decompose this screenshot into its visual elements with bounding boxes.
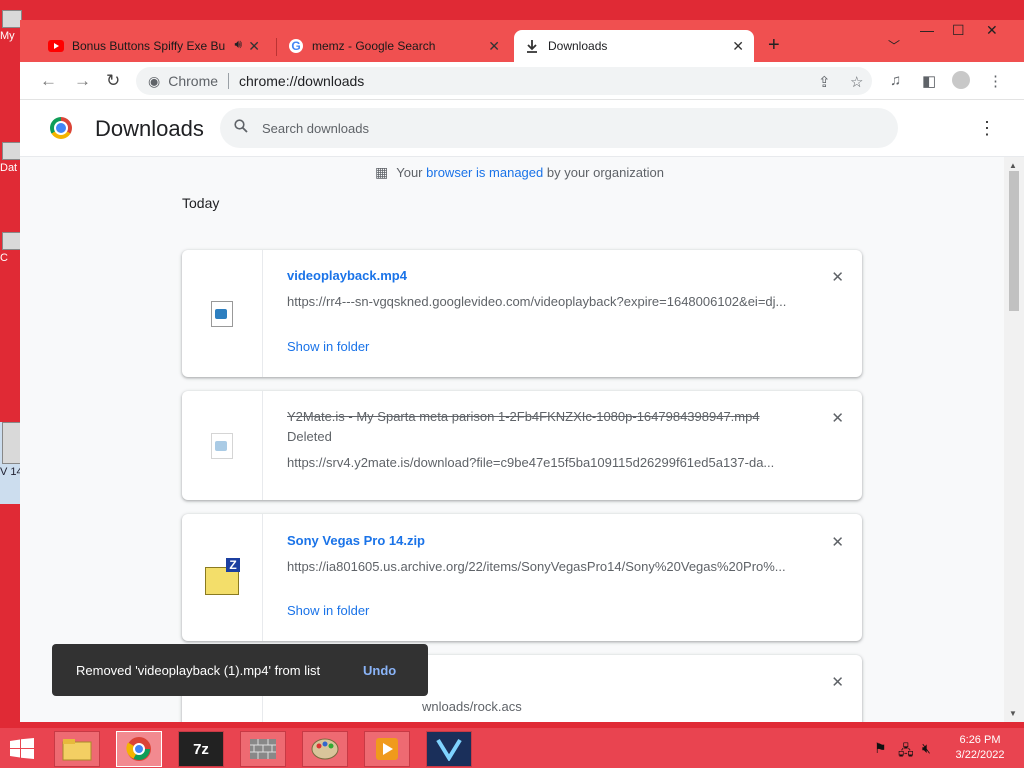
chrome-site-icon: ◉ [148,72,161,89]
scrollbar-thumb[interactable] [1009,171,1019,311]
undo-button[interactable]: Undo [363,663,396,678]
downloads-header: Downloads Search downloads ⋮ [20,100,1024,157]
chrome-window: Bonus Buttons Spiffy Exe Bu 🔊︎ ✕ G memz … [20,20,1024,722]
building-icon: ▦ [375,164,389,180]
close-window-icon[interactable]: ✕ [986,22,998,39]
media-player-icon[interactable] [364,731,410,767]
desktop-icon-my[interactable]: My [0,10,22,42]
zip-file-icon: Z [205,557,240,595]
download-filename: Y2Mate.is - My Sparta meta parison 1-2Fb… [287,409,760,424]
google-icon: G [288,38,304,54]
address-bar[interactable]: ◉ Chrome chrome://downloads ⇪ ☆ [136,67,872,95]
7zip-icon[interactable]: 7z [178,731,224,767]
windows-start-icon[interactable] [10,738,34,766]
download-status: Deleted [287,429,332,444]
windows-taskbar: 7z ⚑ 🖧︎ 🔇︎ 6:26 PM 3/22/2022 [0,728,1024,768]
maximize-icon[interactable]: ☐ [952,22,965,39]
download-item: videoplayback.mp4 https://rr4---sn-vgqsk… [182,250,862,377]
managed-notice: ▦ Your browser is managed by your organi… [375,164,664,180]
date-group-label: Today [182,195,220,211]
tab-downloads[interactable]: Downloads ✕ [514,30,754,62]
show-in-folder-link[interactable]: Show in folder [287,603,369,618]
computer-icon [2,10,22,28]
download-url-link[interactable]: https://rr4---sn-vgqskned.googlevideo.co… [287,294,792,309]
download-item: Z Sony Vegas Pro 14.zip https://ia801605… [182,514,862,641]
network-icon[interactable]: 🖧︎ [898,740,914,764]
download-item-deleted: Y2Mate.is - My Sparta meta parison 1-2Fb… [182,391,862,500]
forward-icon[interactable]: → [74,71,91,91]
show-in-folder-link[interactable]: Show in folder [287,339,369,354]
browser-toolbar: ← → ↻ ◉ Chrome chrome://downloads ⇪ ☆ ♫ … [20,62,1024,100]
browser-link[interactable]: browser [426,165,472,180]
remove-from-list-icon[interactable]: ✕ [831,409,844,427]
minimize-icon[interactable]: — [920,22,934,38]
side-panel-icon[interactable]: ◧ [922,72,936,90]
bookmark-star-icon[interactable]: ☆ [850,73,863,91]
share-icon[interactable]: ⇪ [818,73,831,91]
managed-link[interactable]: managed [489,165,543,180]
speaker-icon[interactable]: 🔊︎ [234,37,242,52]
youtube-icon [48,38,64,54]
desktop-icon-v14[interactable]: V 14 [0,422,22,504]
scroll-up-icon[interactable]: ▲ [1009,161,1017,170]
video-file-icon [211,432,233,459]
more-actions-icon[interactable]: ⋮ [978,118,996,139]
menu-kebab-icon[interactable]: ⋮ [988,72,1003,90]
download-url-link[interactable]: https://srv4.y2mate.is/download?file=c9b… [287,455,792,470]
download-filename-link[interactable]: videoplayback.mp4 [287,268,787,283]
paint-palette-icon[interactable] [302,731,348,767]
close-tab-icon[interactable]: ✕ [248,38,260,55]
downloads-list: ▦ Your browser is managed by your organi… [20,157,1004,722]
file-explorer-icon[interactable] [54,731,100,767]
title-bar: Bonus Buttons Spiffy Exe Bu 🔊︎ ✕ G memz … [20,20,1024,62]
download-filename-link[interactable]: Sony Vegas Pro 14.zip [287,533,787,548]
tab-google-search[interactable]: G memz - Google Search ✕ [278,30,510,62]
folder-icon [2,142,22,160]
svg-text:G: G [291,39,300,53]
new-tab-button[interactable]: + [768,34,780,57]
system-clock[interactable]: 6:26 PM 3/22/2022 [950,733,1010,763]
back-icon[interactable]: ← [40,71,57,91]
firewall-icon[interactable] [240,731,286,767]
download-icon [524,38,540,54]
desktop-icon-c[interactable]: C [0,232,22,264]
vegas-pro-icon[interactable] [426,731,472,767]
scroll-down-icon[interactable]: ▼ [1009,709,1017,718]
media-controls-icon[interactable]: ♫ [890,72,901,89]
desktop-icon-dat[interactable]: Dat [0,142,22,174]
toast-message: Removed 'videoplayback (1).mp4' from lis… [76,662,321,678]
action-center-flag-icon[interactable]: ⚑ [874,740,887,757]
remove-from-list-icon[interactable]: ✕ [831,268,844,286]
tab-youtube[interactable]: Bonus Buttons Spiffy Exe Bu 🔊︎ ✕ [38,30,270,62]
video-file-icon [211,300,233,327]
chevron-down-icon[interactable]: ﹀ [888,37,900,54]
chrome-taskbar-icon[interactable] [116,731,162,767]
search-icon [234,119,248,137]
removed-toast: Removed 'videoplayback (1).mp4' from lis… [52,644,428,696]
app-icon [2,232,22,250]
volume-muted-icon[interactable]: 🔇︎ [922,740,931,757]
search-downloads-input[interactable]: Search downloads [220,108,898,148]
page-scrollbar[interactable]: ▲ ▼ [1004,157,1024,722]
download-url-link[interactable]: wnloads/rock.acs [422,699,622,714]
chrome-logo-icon [50,117,72,139]
close-tab-icon[interactable]: ✕ [732,38,744,55]
vegas-icon [2,422,22,464]
reload-icon[interactable]: ↻ [106,71,120,91]
close-tab-icon[interactable]: ✕ [488,38,500,55]
download-url-link[interactable]: https://ia801605.us.archive.org/22/items… [287,559,792,574]
page-title: Downloads [95,116,204,141]
remove-from-list-icon[interactable]: ✕ [831,533,844,551]
profile-avatar-icon[interactable] [952,71,970,89]
remove-from-list-icon[interactable]: ✕ [831,673,844,691]
is-link[interactable]: is [476,165,485,180]
url-text[interactable]: chrome://downloads [239,73,364,89]
